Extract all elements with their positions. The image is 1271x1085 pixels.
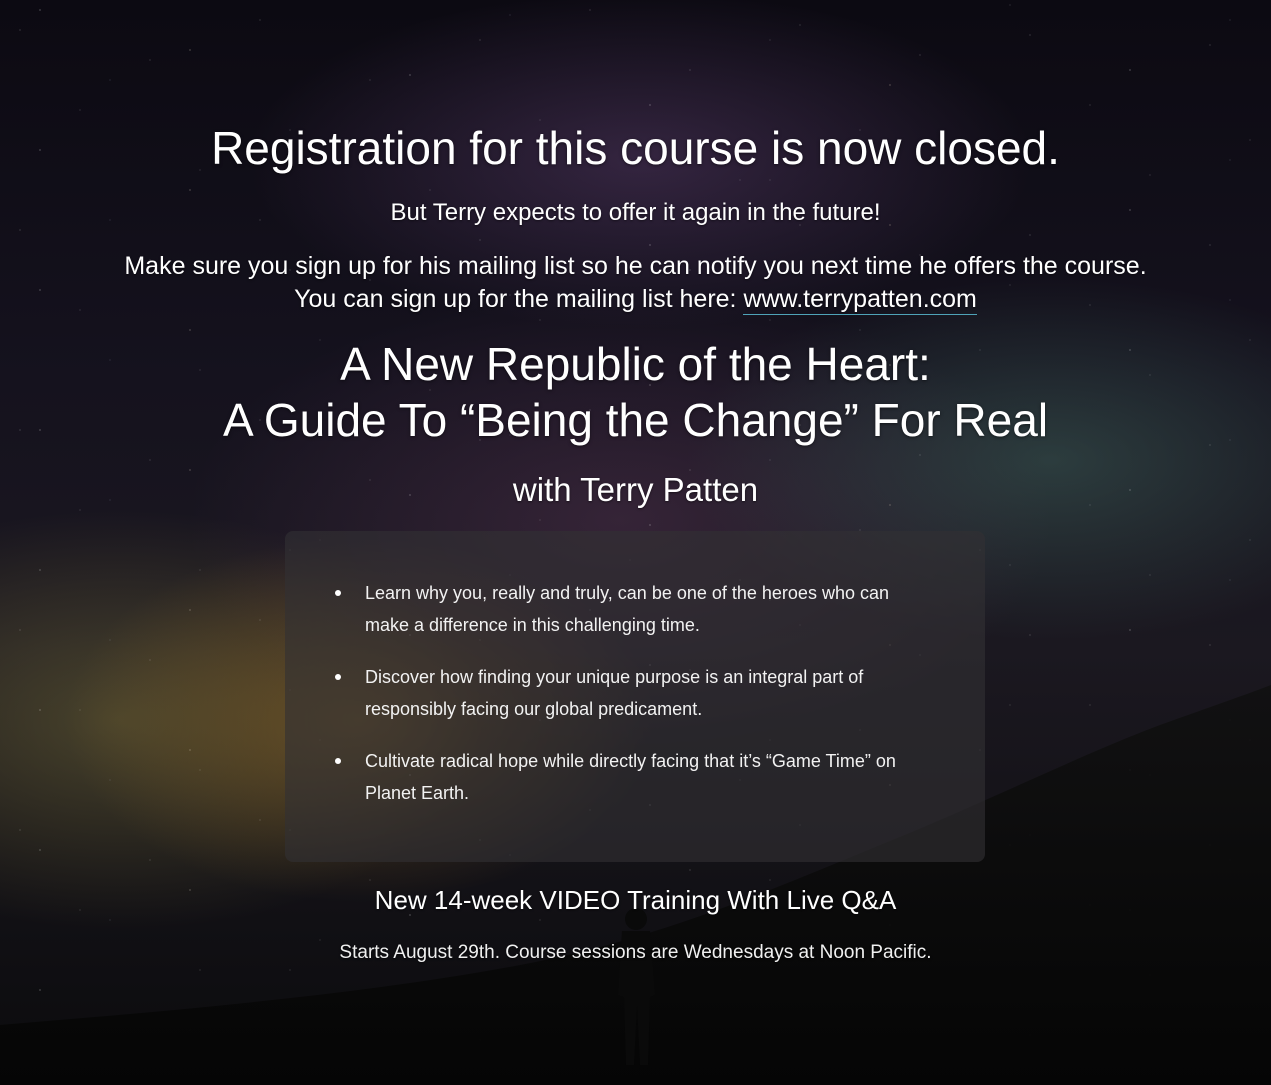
- future-offer-text: But Terry expects to offer it again in t…: [390, 199, 881, 226]
- page: { "closed_notice": { "title": "Registrat…: [0, 0, 1271, 1085]
- benefits-list: Learn why you, really and truly, can be …: [335, 577, 935, 829]
- benefit-item: Learn why you, really and truly, can be …: [335, 577, 935, 641]
- main-content: Registration for this course is now clos…: [0, 0, 1271, 1085]
- benefit-text: Discover how finding your unique purpose…: [365, 667, 864, 719]
- benefit-item: Cultivate radical hope while directly fa…: [335, 745, 935, 809]
- benefit-text: Cultivate radical hope while directly fa…: [365, 751, 896, 803]
- course-title-line-1: A New Republic of the Heart:: [340, 338, 931, 390]
- schedule-text: Starts August 29th. Course sessions are …: [339, 942, 932, 963]
- mailing-list-link[interactable]: www.terrypatten.com: [743, 285, 977, 315]
- benefits-panel: Learn why you, really and truly, can be …: [285, 531, 985, 862]
- mailing-list-description: Make sure you sign up for his mailing li…: [124, 252, 1147, 313]
- bullet-dot-icon: [335, 674, 341, 680]
- training-heading: New 14-week VIDEO Training With Live Q&A: [374, 885, 897, 915]
- bullet-dot-icon: [335, 758, 341, 764]
- mailing-list-text: Make sure you sign up for his mailing li…: [120, 250, 1151, 316]
- course-title: A New Republic of the Heart: A Guide To …: [0, 336, 1271, 448]
- registration-closed-heading: Registration for this course is now clos…: [211, 122, 1060, 174]
- bullet-dot-icon: [335, 590, 341, 596]
- instructor-line: with Terry Patten: [512, 471, 759, 508]
- benefit-text: Learn why you, really and truly, can be …: [365, 583, 889, 635]
- course-title-line-2: A Guide To “Being the Change” For Real: [222, 394, 1049, 446]
- benefit-item: Discover how finding your unique purpose…: [335, 661, 935, 725]
